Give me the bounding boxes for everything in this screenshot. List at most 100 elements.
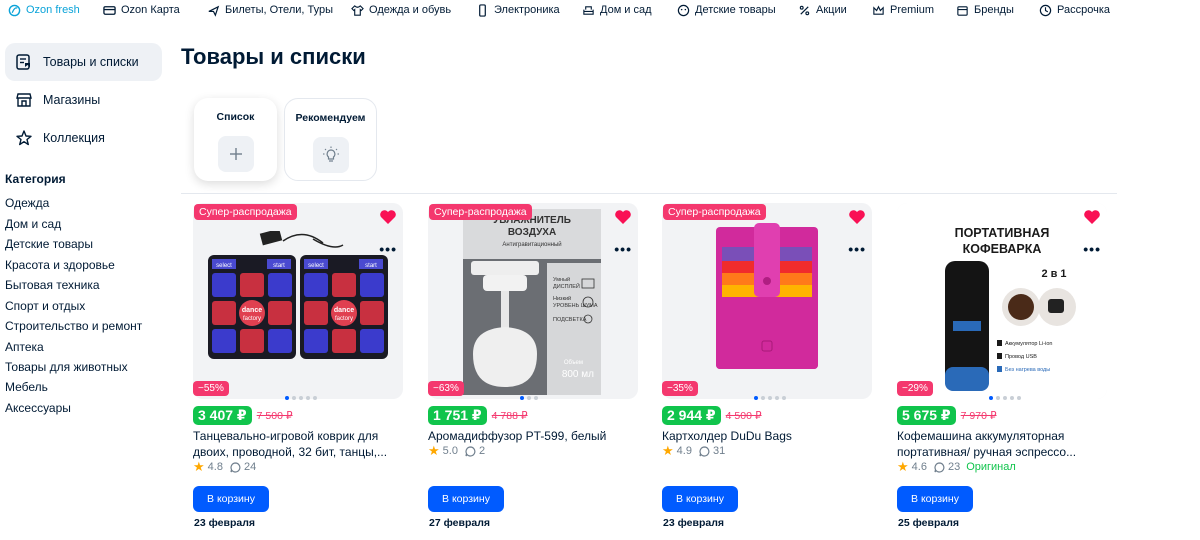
cardholder-picture: [716, 223, 818, 369]
category-item[interactable]: Мебель: [5, 380, 48, 394]
reviews-count: 31: [712, 445, 726, 457]
nav-item-installment[interactable]: Рассрочка: [1039, 0, 1110, 20]
nav-item-ozon-card[interactable]: Ozon Карта: [103, 0, 180, 20]
rating-value: 5.0: [442, 445, 458, 457]
price-row: 2 944 ₽ 4 500 ₽: [662, 406, 762, 425]
nav-item-kids[interactable]: Детские товары: [677, 0, 776, 20]
mat-logo-text: dance: [242, 307, 262, 314]
category-item[interactable]: Детские товары: [5, 237, 93, 251]
reviews-count: 23: [947, 461, 961, 473]
diffuser-volume-label: Объем: [564, 360, 583, 366]
category-item[interactable]: Дом и сад: [5, 217, 61, 231]
original-badge: Оригинал: [966, 461, 1016, 473]
installment-icon: [1039, 4, 1052, 16]
comment-icon: [699, 445, 710, 457]
product-title[interactable]: Кофемашина аккумуляторная портативная/ р…: [897, 428, 1107, 460]
heart-icon[interactable]: [379, 209, 397, 225]
nav-label: Рассрочка: [1057, 4, 1110, 16]
nav-label: Ozon Карта: [121, 4, 180, 16]
nav-item-clothes[interactable]: Одежда и обувь: [351, 0, 451, 20]
nav-item-electronics[interactable]: Электроника: [476, 0, 560, 20]
nav-item-ozon-fresh[interactable]: Ozon fresh: [8, 0, 80, 20]
store-icon: [16, 93, 32, 107]
more-options-icon[interactable]: •••: [848, 241, 866, 257]
add-to-cart-button[interactable]: В корзину: [897, 486, 973, 512]
more-options-icon[interactable]: •••: [1083, 241, 1101, 257]
category-item[interactable]: Строительство и ремонт: [5, 319, 142, 333]
product-image[interactable]: [662, 203, 872, 399]
star-icon: ★: [897, 459, 909, 474]
nav-item-premium[interactable]: Premium: [872, 0, 934, 20]
image-pager: [754, 396, 786, 400]
sidebar-item-products-lists[interactable]: Товары и списки: [5, 43, 162, 81]
phone-icon: [479, 3, 486, 17]
category-item[interactable]: Одежда: [5, 196, 49, 210]
brand-icon: [957, 5, 968, 16]
mat-select-text: select: [216, 263, 232, 269]
nav-item-sales[interactable]: Акции: [798, 0, 847, 20]
product-title[interactable]: Танцевально-игровой коврик для двоих, пр…: [193, 428, 403, 460]
top-nav: Ozon fresh Ozon Карта Билеты, Отели, Тур…: [0, 0, 1200, 20]
price-row: 1 751 ₽ 4 788 ₽: [428, 406, 528, 425]
more-options-icon[interactable]: •••: [614, 241, 632, 257]
sidebar-item-stores[interactable]: Магазины: [5, 81, 162, 119]
nav-item-brands[interactable]: Бренды: [956, 0, 1014, 20]
heart-icon[interactable]: [1083, 209, 1101, 225]
old-price: 7 500 ₽: [256, 409, 293, 422]
add-to-cart-button[interactable]: В корзину: [193, 486, 269, 512]
mat-logo-text: factory: [335, 316, 353, 322]
heart-icon[interactable]: [848, 209, 866, 225]
price-row: 3 407 ₽ 7 500 ₽: [193, 406, 293, 425]
heart-icon[interactable]: [614, 209, 632, 225]
category-item[interactable]: Бытовая техника: [5, 278, 100, 292]
mat-logo-text: dance: [334, 307, 354, 314]
category-item[interactable]: Красота и здоровье: [5, 258, 115, 272]
star-icon: ★: [662, 443, 674, 458]
add-to-cart-button[interactable]: В корзину: [428, 486, 504, 512]
star-icon: [16, 130, 32, 146]
mat-logo-text: factory: [243, 316, 261, 322]
category-item[interactable]: Товары для животных: [5, 360, 128, 374]
discount-badge: −55%: [193, 381, 229, 396]
discount-badge: −35%: [662, 381, 698, 396]
category-item[interactable]: Аксессуары: [5, 401, 71, 415]
product-image[interactable]: ПОРТАТИВНАЯ КОФЕВАРКА 2 в 1 Аккумулятор …: [897, 203, 1107, 399]
divider: [181, 193, 1117, 194]
mat-start-text: start: [273, 263, 285, 269]
comment-icon: [465, 445, 476, 457]
coffee-maker-picture: ПОРТАТИВНАЯ КОФЕВАРКА 2 в 1 Аккумулятор …: [897, 203, 1107, 399]
category-item[interactable]: Аптека: [5, 340, 44, 354]
sidebar-item-collection[interactable]: Коллекция: [5, 119, 162, 157]
diffuser-volume: 800 мл: [562, 369, 594, 380]
nav-item-home[interactable]: Дом и сад: [582, 0, 652, 20]
coffee-feature: Провод USB: [1005, 354, 1037, 360]
promo-badge: Супер-распродажа: [429, 204, 532, 220]
diffuser-feature: Умный: [553, 276, 570, 283]
rating-row: ★ 4.6 23 Оригинал: [897, 459, 1016, 475]
diffuser-subheading: Антигравитационный: [502, 241, 561, 248]
nav-label: Ozon fresh: [26, 4, 80, 16]
product-card: ПОРТАТИВНАЯ КОФЕВАРКА 2 в 1 Аккумулятор …: [897, 203, 1107, 533]
product-image[interactable]: select start select start dance factory …: [193, 203, 403, 399]
price: 3 407 ₽: [193, 406, 252, 425]
nav-item-tickets[interactable]: Билеты, Отели, Туры: [207, 0, 333, 20]
category-item[interactable]: Спорт и отдых: [5, 299, 85, 313]
reviews-count: 24: [243, 461, 257, 473]
tile-create-list[interactable]: Список: [194, 98, 277, 181]
product-title[interactable]: Аромадиффузор PT-599, белый: [428, 428, 638, 444]
tile-recommended[interactable]: Рекомендуем: [284, 98, 377, 181]
image-pager: [989, 396, 1021, 400]
more-options-icon[interactable]: •••: [379, 241, 397, 257]
add-to-cart-button[interactable]: В корзину: [662, 486, 738, 512]
comment-icon: [230, 461, 241, 473]
product-title[interactable]: Картхолдер DuDu Bags: [662, 428, 872, 444]
mat-start-text: start: [365, 263, 377, 269]
promo-badge: Супер-распродажа: [194, 204, 297, 220]
image-pager: [285, 396, 317, 400]
delivery-date: 23 февраля: [663, 517, 724, 529]
rating-value: 4.9: [676, 445, 692, 457]
mat-select-text: select: [308, 263, 324, 269]
plane-icon: [208, 5, 220, 17]
product-image[interactable]: УВЛАЖНИТЕЛЬ ВОЗДУХА Антигравитационный У…: [428, 203, 638, 399]
kids-icon: [677, 4, 690, 16]
